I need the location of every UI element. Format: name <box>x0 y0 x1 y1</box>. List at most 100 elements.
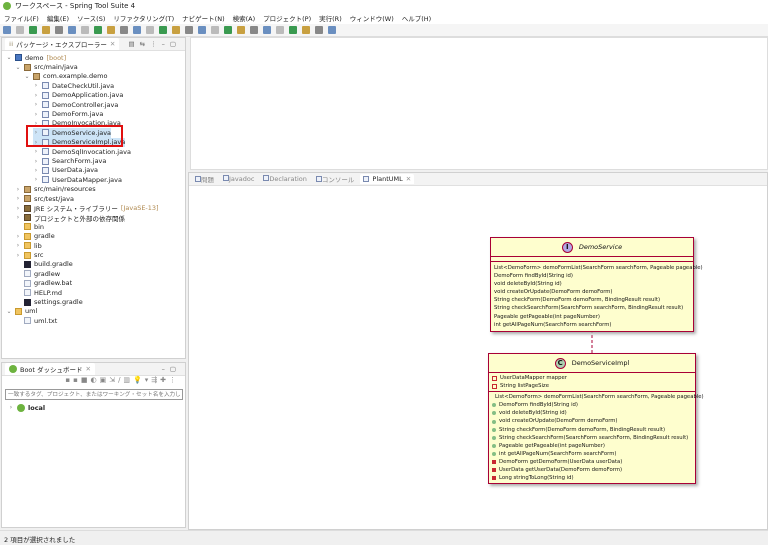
tree-item[interactable]: bin <box>15 222 44 231</box>
chevron-right-icon[interactable]: › <box>33 158 39 165</box>
menu-item[interactable]: ソース(S) <box>77 13 105 23</box>
menu-item[interactable]: 実行(R) <box>319 13 342 23</box>
toolbar-button[interactable] <box>250 26 258 34</box>
tree-item[interactable]: › UserData.java <box>33 166 98 175</box>
tree-item[interactable]: uml.txt <box>15 316 57 325</box>
menu-item[interactable]: プロジェクト(P) <box>263 13 311 23</box>
tree-item[interactable]: HELP.md <box>15 288 62 297</box>
chevron-right-icon[interactable]: › <box>33 148 39 155</box>
toolbar-button[interactable] <box>276 26 284 34</box>
tree-item[interactable]: › DemoApplication.java <box>33 91 124 100</box>
tree-item[interactable]: › DemoController.java <box>33 100 119 109</box>
toolbar-button[interactable] <box>29 26 37 34</box>
menu-item[interactable]: 検索(A) <box>233 13 256 23</box>
menu-item[interactable]: 編集(E) <box>47 13 69 23</box>
toolbar-button[interactable] <box>263 26 271 34</box>
toolbar-button[interactable] <box>224 26 232 34</box>
menu-item[interactable]: リファクタリング(T) <box>113 13 174 23</box>
chevron-right-icon[interactable]: › <box>15 214 21 221</box>
chevron-right-icon[interactable]: › <box>33 111 39 118</box>
toolbar-button[interactable] <box>289 26 297 34</box>
tree-item[interactable]: › UserDataMapper.java <box>33 175 122 184</box>
chevron-right-icon[interactable]: › <box>8 404 14 411</box>
view-toolbar[interactable]: ▤⇆⋮–▢ <box>129 40 185 48</box>
tree-item[interactable]: ⌄ src/main/java <box>15 62 77 71</box>
chevron-right-icon[interactable]: › <box>15 233 21 240</box>
close-icon[interactable]: ✕ <box>86 365 91 373</box>
toolbar-button[interactable] <box>211 26 219 34</box>
tree-item[interactable]: › src/test/java <box>15 194 74 203</box>
chevron-right-icon[interactable]: › <box>33 176 39 183</box>
chevron-right-icon[interactable]: › <box>33 167 39 174</box>
close-icon[interactable]: ✕ <box>110 40 115 48</box>
chevron-right-icon[interactable]: › <box>15 186 21 193</box>
toolbar-button[interactable] <box>237 26 245 34</box>
view-controls[interactable]: –▢ <box>162 365 185 373</box>
tree-item[interactable]: ⌄ demo [boot] <box>6 53 66 62</box>
chevron-down-icon[interactable]: ⌄ <box>15 64 21 71</box>
toolbar-button[interactable] <box>3 26 11 34</box>
toolbar-button[interactable] <box>198 26 206 34</box>
menu-item[interactable]: ウィンドウ(W) <box>350 13 394 23</box>
dashboard-toolbar[interactable]: ▪▪■◐▣⇲/▥💡▾⇶✚⋮ <box>2 376 185 388</box>
tree-item[interactable]: › gradle <box>15 232 55 241</box>
member-text: String listPageSize <box>500 383 549 390</box>
tree-item[interactable]: ⌄ uml <box>6 307 37 316</box>
tree-item[interactable]: gradlew.bat <box>15 279 72 288</box>
tree-item[interactable]: gradlew <box>15 269 60 278</box>
toolbar-button[interactable] <box>68 26 76 34</box>
tree-item-label: bin <box>34 222 45 231</box>
toolbar-button[interactable] <box>16 26 24 34</box>
toolbar-button[interactable] <box>302 26 310 34</box>
chevron-down-icon[interactable]: ⌄ <box>6 308 12 315</box>
interface-method: String checkSearchForm(SearchForm search… <box>494 305 684 312</box>
toolbar-button[interactable] <box>107 26 115 34</box>
tab-boot-dashboard[interactable]: Boot ダッシュボード ✕ <box>5 363 95 375</box>
class-box[interactable]: C DemoServiceImpl UserDataMapper mapper St… <box>488 353 704 485</box>
list-item[interactable]: › local <box>8 403 191 412</box>
tree-item[interactable]: › JRE システム・ライブラリー [JavaSE-13] <box>15 203 159 213</box>
chevron-right-icon[interactable]: › <box>15 252 21 259</box>
tree-item[interactable]: › DateCheckUtil.java <box>33 81 114 90</box>
tree-item[interactable]: › src/main/resources <box>15 185 96 194</box>
toolbar-button[interactable] <box>315 26 323 34</box>
menu-item[interactable]: ファイル(F) <box>4 13 39 23</box>
chevron-right-icon[interactable]: › <box>15 242 21 249</box>
chevron-right-icon[interactable]: › <box>33 101 39 108</box>
menu-item[interactable]: ナビゲート(N) <box>182 13 224 23</box>
tree-item[interactable]: › src <box>15 250 44 259</box>
chevron-right-icon[interactable]: › <box>15 195 21 202</box>
toolbar-button[interactable] <box>55 26 63 34</box>
interface-box[interactable]: I DemoService List<DemoForm> demoFormList… <box>490 237 703 332</box>
tree-item[interactable]: › SearchForm.java <box>33 156 107 165</box>
toolbar-button[interactable] <box>81 26 89 34</box>
tab-package-explorer[interactable]: ⁞⁞ パッケージ・エクスプローラー ✕ <box>5 38 120 50</box>
tree-item[interactable]: › プロジェクトと外部の依存関係 <box>15 213 125 223</box>
toolbar-button[interactable] <box>133 26 141 34</box>
toolbar-button[interactable] <box>146 26 154 34</box>
toolbar-button[interactable] <box>94 26 102 34</box>
tree-item[interactable]: › lib <box>15 241 42 250</box>
toolbar-button[interactable] <box>328 26 336 34</box>
toolbar-button[interactable] <box>120 26 128 34</box>
tree-item-label: com.example.demo <box>43 72 108 81</box>
tree-item[interactable]: › DemoForm.java <box>33 109 104 118</box>
tree-item[interactable]: ⌄ com.example.demo <box>24 72 107 81</box>
tree-item-label: HELP.md <box>34 288 63 297</box>
chevron-right-icon[interactable]: › <box>33 92 39 99</box>
tree-item[interactable]: build.gradle <box>15 260 73 269</box>
chevron-right-icon[interactable]: › <box>33 82 39 89</box>
toolbar-button[interactable] <box>172 26 180 34</box>
tree-item[interactable]: › DemoSqlInvocation.java <box>33 147 131 156</box>
chevron-right-icon[interactable]: › <box>15 205 21 212</box>
menu-item[interactable]: ヘルプ(H) <box>402 13 431 23</box>
toolbar-button[interactable] <box>42 26 50 34</box>
chevron-down-icon[interactable]: ⌄ <box>6 54 12 61</box>
boot-dashboard-tab-bar: Boot ダッシュボード ✕ –▢ <box>2 363 185 376</box>
tree-item[interactable]: settings.gradle <box>15 297 83 306</box>
chevron-down-icon[interactable]: ⌄ <box>24 73 30 80</box>
filter-input[interactable] <box>5 389 183 400</box>
toolbar-button[interactable] <box>159 26 167 34</box>
member-text: int getAllPageNum(SearchForm searchForm) <box>499 450 617 457</box>
toolbar-button[interactable] <box>185 26 193 34</box>
